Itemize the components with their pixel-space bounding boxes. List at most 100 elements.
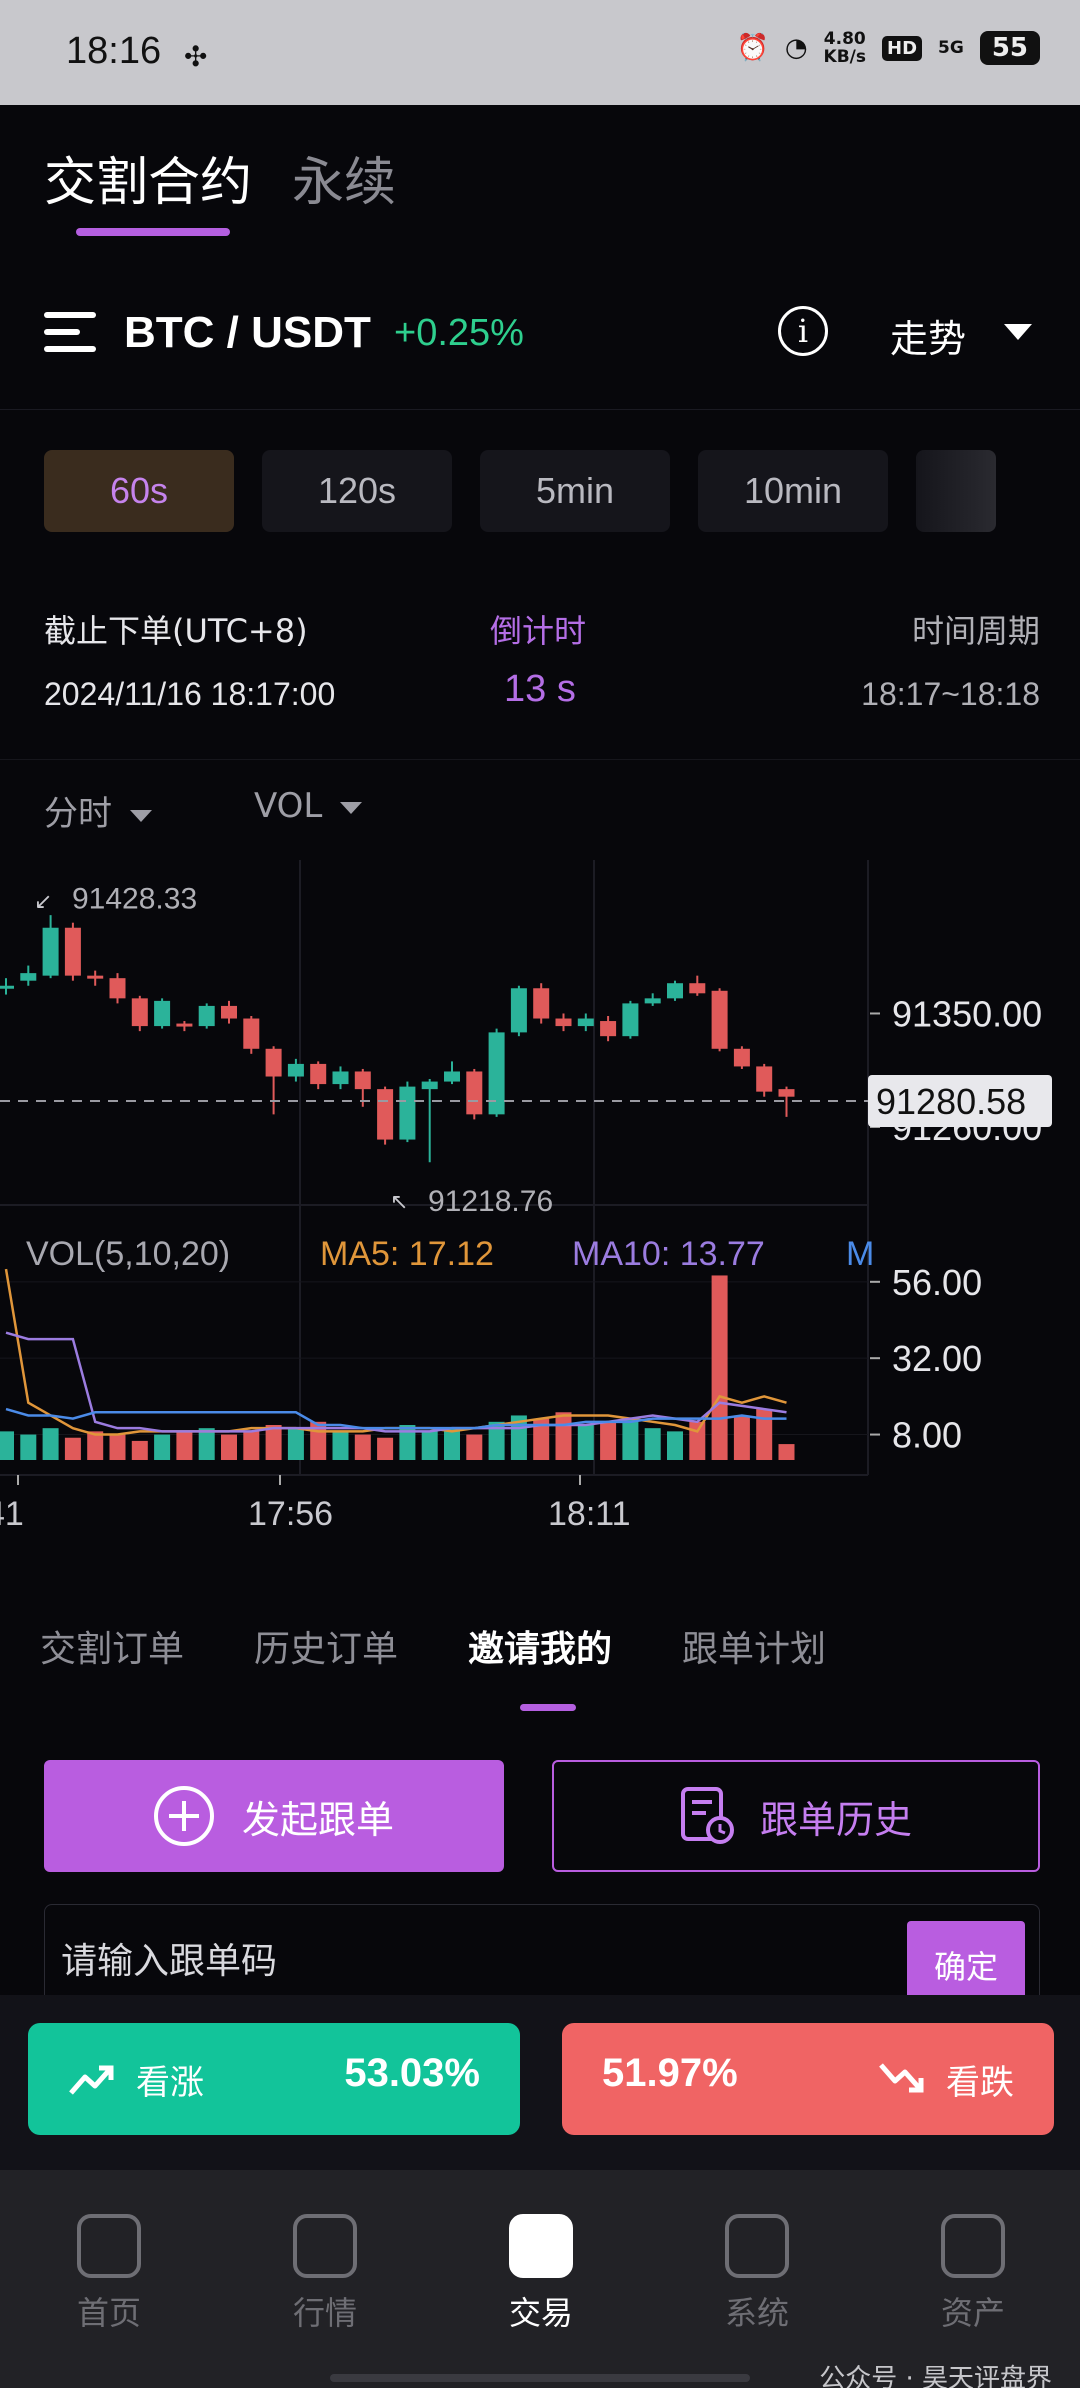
tab-underline xyxy=(76,228,230,236)
volume-bar xyxy=(667,1431,683,1460)
bottom-nav: 首页 行情 交易 系统 资产 xyxy=(0,2170,1080,2388)
tab-delivery-contract[interactable]: 交割合约 xyxy=(44,140,252,215)
trend-up-icon xyxy=(69,2065,114,2095)
tab-delivery-orders[interactable]: 交割订单 xyxy=(40,1620,184,1672)
candle-body xyxy=(466,1071,483,1115)
candle-body xyxy=(377,1089,394,1140)
start-copy-trade-button[interactable]: 发起跟单 xyxy=(44,1760,504,1872)
candle-body xyxy=(332,1071,349,1085)
candle-body xyxy=(488,1032,505,1115)
buy-up-button[interactable]: 看涨 53.03% xyxy=(28,2023,520,2135)
candle-body xyxy=(20,973,37,981)
volume-bar xyxy=(644,1428,661,1460)
up-percent: 53.03% xyxy=(344,2051,480,2095)
candle-body xyxy=(399,1086,416,1140)
tab-invited-me[interactable]: 邀请我的 xyxy=(468,1620,612,1672)
candle-body xyxy=(644,998,661,1004)
home-icon xyxy=(77,2214,141,2278)
volume-bar xyxy=(109,1434,126,1460)
period-10min[interactable]: 10min xyxy=(698,450,888,532)
nav-trade[interactable]: 交易 xyxy=(476,2214,606,2334)
tab-perpetual[interactable]: 永续 xyxy=(292,140,396,215)
order-tabs: 交割订单 历史订单 邀请我的 跟单计划 xyxy=(0,1620,1080,1710)
high-price-marker: 91428.33 xyxy=(72,883,197,916)
candle-body xyxy=(778,1089,795,1097)
volume-bar xyxy=(332,1431,349,1460)
period-value: 18:17~18:18 xyxy=(861,676,1040,712)
nav-system[interactable]: 系统 xyxy=(692,2214,822,2334)
ma20-legend: M xyxy=(846,1235,874,1273)
candle-body xyxy=(354,1071,371,1090)
hd-badge: HD xyxy=(882,35,923,61)
volume-axis-label: 8.00 xyxy=(892,1415,962,1456)
period-label: 时间周期 xyxy=(911,612,1040,650)
volume-bar xyxy=(354,1434,371,1460)
candle-body xyxy=(622,1003,639,1037)
candle-body xyxy=(176,1023,193,1027)
volume-bar xyxy=(444,1428,460,1460)
volume-bar xyxy=(176,1431,193,1460)
copy-code-input[interactable] xyxy=(61,1931,881,1991)
nav-market[interactable]: 行情 xyxy=(260,2214,390,2334)
pair-bar: BTC / USDT +0.25% i 走势 xyxy=(0,290,1080,410)
nav-assets[interactable]: 资产 xyxy=(908,2214,1038,2334)
volume-bar xyxy=(154,1434,171,1460)
volume-bar xyxy=(131,1440,148,1460)
wallet-icon xyxy=(941,2214,1005,2278)
view-mode-select[interactable]: 走势 xyxy=(890,308,966,363)
home-indicator[interactable] xyxy=(330,2374,750,2382)
caret-down-icon xyxy=(340,801,363,814)
candle-body xyxy=(533,988,550,1019)
volume-bar xyxy=(221,1434,237,1460)
volume-bar xyxy=(600,1421,617,1460)
copy-trade-history-button[interactable]: 跟单历史 xyxy=(552,1760,1040,1872)
info-icon[interactable]: i xyxy=(778,306,828,356)
volume-bar xyxy=(711,1275,728,1460)
deadline-value: 2024/11/16 18:17:00 xyxy=(44,676,336,712)
volume-bar xyxy=(42,1428,59,1460)
volume-bar xyxy=(0,1431,14,1460)
volume-select[interactable]: VOL xyxy=(254,786,363,826)
volume-bar xyxy=(287,1428,304,1460)
volume-bar xyxy=(689,1421,706,1460)
plus-circle-icon xyxy=(153,1786,214,1846)
alarm-icon: ⏰ xyxy=(736,33,769,63)
candle-body xyxy=(421,1081,438,1090)
period-60s[interactable]: 60s xyxy=(44,450,234,532)
ma10-line xyxy=(5,1331,787,1433)
status-icons: ⏰ ◔ 4.80 KB/s HD 5G 55 xyxy=(736,30,1040,66)
trade-icon xyxy=(509,2214,573,2278)
candle-body xyxy=(711,990,728,1049)
down-label: 看跌 xyxy=(946,2063,1014,2103)
tab-history-orders[interactable]: 历史订单 xyxy=(254,1620,398,1672)
caret-down-icon[interactable] xyxy=(1004,324,1032,340)
order-info: 截止下单(UTC+8) 2024/11/16 18:17:00 倒计时 13 s… xyxy=(0,600,1080,760)
period-5min[interactable]: 5min xyxy=(480,450,670,532)
trade-bar: 看涨 53.03% 51.97% 看跌 xyxy=(0,1995,1080,2170)
candle-body xyxy=(0,985,14,989)
price-chart[interactable]: 91350.0091260.0091280.58↙ 91428.33↖ 91218.… xyxy=(0,860,1080,1560)
nav-home[interactable]: 首页 xyxy=(44,2214,174,2334)
trading-pair[interactable]: BTC / USDT xyxy=(124,308,371,358)
countdown-label: 倒计时 xyxy=(490,612,587,650)
candle-body xyxy=(555,1018,572,1027)
status-bar: 18:16 ✣ ⏰ ◔ 4.80 KB/s HD 5G 55 xyxy=(0,0,1080,105)
candle-body xyxy=(109,978,126,999)
candle-body xyxy=(221,1005,237,1019)
candle-body xyxy=(243,1018,260,1049)
period-more[interactable] xyxy=(916,450,996,532)
high-arrow-icon: ↙ xyxy=(34,890,52,915)
period-120s[interactable]: 120s xyxy=(262,450,452,532)
volume-bar xyxy=(733,1415,750,1460)
menu-icon[interactable] xyxy=(44,310,96,354)
trend-down-icon xyxy=(879,2063,924,2093)
buy-down-button[interactable]: 51.97% 看跌 xyxy=(562,2023,1054,2135)
volume-axis-label: 32.00 xyxy=(892,1338,982,1379)
period-selector: 60s 120s 5min 10min xyxy=(44,450,996,532)
time-mode-select[interactable]: 分时 xyxy=(44,786,152,835)
deadline-label: 截止下单(UTC+8) xyxy=(44,612,308,650)
candle-body xyxy=(198,1005,215,1027)
order-tab-underline xyxy=(520,1704,576,1711)
current-price-label: 91280.58 xyxy=(876,1081,1026,1122)
tab-copy-plan[interactable]: 跟单计划 xyxy=(682,1620,826,1672)
